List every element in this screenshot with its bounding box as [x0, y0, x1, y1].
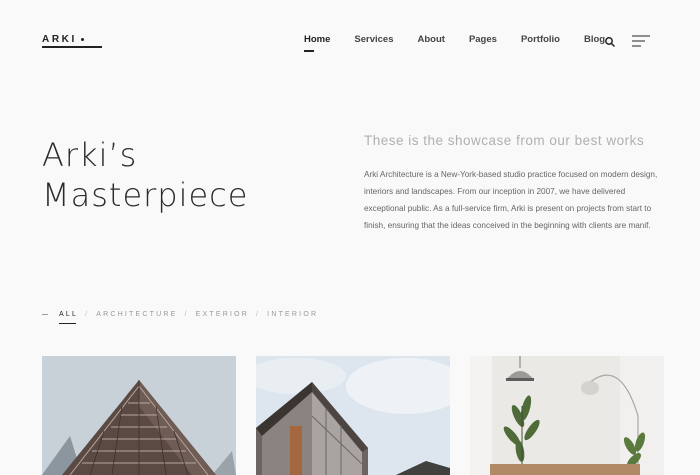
nav-portfolio[interactable]: Portfolio	[521, 34, 560, 45]
page-title: Arki’s Masterpiece	[42, 135, 248, 215]
nav-home-label[interactable]: Home	[304, 34, 330, 45]
filter-separator: /	[184, 311, 189, 318]
nav-about[interactable]: About	[418, 34, 445, 45]
portfolio-filters: ALL / ARCHITECTURE / EXTERIOR / INTERIOR	[42, 311, 318, 324]
nav-about-label[interactable]: About	[418, 34, 445, 45]
filter-dash	[42, 314, 48, 315]
logo[interactable]: ARKI	[42, 34, 84, 45]
portfolio-item-modern-building[interactable]	[256, 356, 450, 475]
nav-blog-label[interactable]: Blog	[584, 34, 605, 45]
page-title-line-2: Masterpiece	[42, 176, 249, 214]
menu-icon[interactable]	[632, 34, 650, 48]
search-icon[interactable]	[604, 36, 616, 48]
nav-home[interactable]: Home	[304, 34, 330, 52]
filter-separator: /	[85, 311, 90, 318]
header: ARKI Home Services About Pages Portfolio…	[0, 0, 700, 80]
logo-dot	[80, 37, 84, 41]
main-nav: Home Services About Pages Portfolio Blog	[304, 34, 629, 52]
filter-separator: /	[256, 311, 261, 318]
filter-architecture[interactable]: ARCHITECTURE	[96, 311, 177, 318]
logo-text[interactable]: ARKI	[42, 34, 77, 45]
building-image	[42, 356, 236, 475]
nav-portfolio-label[interactable]: Portfolio	[521, 34, 560, 45]
logo-underline	[42, 46, 102, 48]
filter-interior[interactable]: INTERIOR	[267, 311, 318, 318]
portfolio-item-building-facade[interactable]	[42, 356, 236, 475]
nav-services-label[interactable]: Services	[354, 34, 393, 45]
nav-active-indicator	[304, 50, 314, 52]
nav-pages[interactable]: Pages	[469, 34, 497, 45]
nav-blog[interactable]: Blog	[584, 34, 605, 45]
hero-subtitle: These is the showcase from our best work…	[364, 133, 645, 148]
interior-image	[470, 356, 664, 475]
portfolio-item-interior[interactable]	[470, 356, 664, 475]
nav-pages-label[interactable]: Pages	[469, 34, 497, 45]
nav-services[interactable]: Services	[354, 34, 393, 45]
filter-all[interactable]: ALL	[59, 311, 78, 324]
page-title-line-1: Arki’s	[42, 136, 138, 174]
modern-building-image	[256, 356, 450, 475]
hero-description: Arki Architecture is a New-York-based st…	[364, 170, 658, 230]
page: ARKI Home Services About Pages Portfolio…	[0, 0, 700, 475]
filter-exterior[interactable]: EXTERIOR	[196, 311, 249, 318]
